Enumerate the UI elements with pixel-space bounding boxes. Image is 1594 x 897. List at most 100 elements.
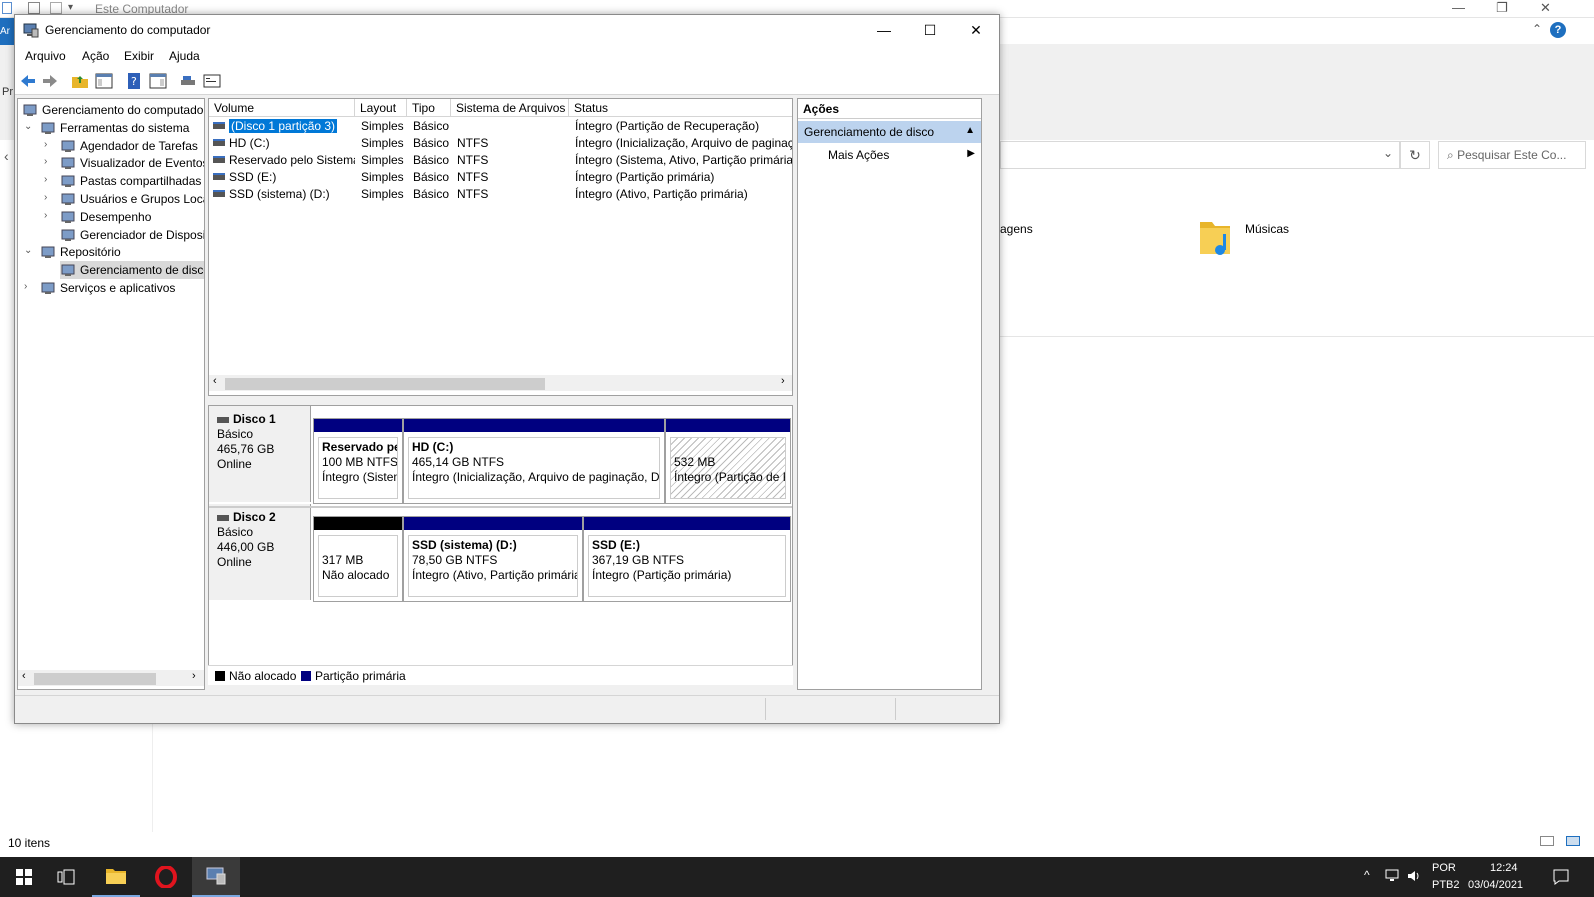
- tree-item[interactable]: › Usuários e Grupos Loca: [18, 190, 204, 208]
- column-sistema-arquivos[interactable]: Sistema de Arquivos: [451, 99, 569, 117]
- list-view-icon[interactable]: [203, 72, 221, 90]
- partition-block[interactable]: SSD (sistema) (D:) 78,50 GB NTFS Íntegro (…: [403, 516, 583, 602]
- vol-scroll-thumb[interactable]: [225, 378, 545, 390]
- task-view-button[interactable]: [42, 857, 90, 897]
- expanded-chevron-icon[interactable]: ⌄: [24, 121, 34, 132]
- taskbar-computer-management[interactable]: [192, 857, 240, 897]
- address-bar[interactable]: ⌄: [1000, 141, 1400, 169]
- vol-scroll-right-icon[interactable]: ›: [781, 375, 785, 387]
- menu-ajuda[interactable]: Ajuda: [169, 49, 200, 63]
- volume-list-horizontal-scrollbar[interactable]: ‹ ›: [209, 375, 792, 391]
- collapsed-chevron-icon[interactable]: ›: [44, 210, 54, 221]
- new-folder-icon[interactable]: [50, 2, 62, 14]
- network-icon[interactable]: [1384, 869, 1400, 883]
- expanded-chevron-icon[interactable]: ⌄: [24, 245, 34, 256]
- start-button[interactable]: [0, 857, 48, 897]
- refresh-icon: ↻: [1409, 147, 1421, 163]
- scroll-left-icon[interactable]: ‹: [22, 670, 26, 682]
- tree-item[interactable]: › Agendador de Tarefas: [18, 137, 204, 155]
- folder-musicas-label[interactable]: Músicas: [1245, 222, 1289, 236]
- volume-cell-text: Reservado pelo Sistema: [229, 152, 355, 167]
- submenu-arrow-icon: ▶: [967, 148, 975, 159]
- tree-item[interactable]: Gerenciamento de disco: [60, 261, 204, 280]
- tree-item[interactable]: › Serviços e aplicativos: [18, 279, 204, 297]
- music-folder-icon[interactable]: [1198, 216, 1232, 258]
- column-status[interactable]: Status: [569, 99, 792, 117]
- collapsed-chevron-icon[interactable]: ›: [44, 192, 54, 203]
- tree-item[interactable]: ⌄ Ferramentas do sistema: [18, 119, 204, 137]
- close-button[interactable]: ✕: [953, 15, 999, 45]
- details-view-icon[interactable]: [1540, 836, 1554, 846]
- collapsed-chevron-icon[interactable]: ›: [44, 139, 54, 150]
- menu-exibir[interactable]: Exibir: [124, 49, 154, 63]
- show-hide-tree-icon[interactable]: [95, 72, 113, 90]
- tree-item[interactable]: › Pastas compartilhadas: [18, 172, 204, 190]
- menu-acao[interactable]: Ação: [82, 49, 109, 63]
- explorer-restore-button[interactable]: ❐: [1496, 0, 1508, 16]
- refresh-button[interactable]: ↻: [1400, 141, 1430, 169]
- volume-cell-tipo: Básico: [413, 136, 457, 150]
- collapsed-chevron-icon[interactable]: ›: [24, 281, 34, 292]
- clock-date[interactable]: 03/04/2021: [1468, 879, 1523, 891]
- column-layout[interactable]: Layout: [355, 99, 407, 117]
- keyboard-layout[interactable]: PTB2: [1432, 879, 1460, 891]
- disk-properties-icon[interactable]: [179, 72, 197, 90]
- notifications-icon[interactable]: [1552, 868, 1570, 886]
- up-folder-icon[interactable]: [71, 72, 89, 90]
- collapse-up-icon[interactable]: ▲: [965, 125, 975, 136]
- tree-item[interactable]: Gerenciador de Disposit: [18, 226, 204, 244]
- disk-label[interactable]: Disco 1 Básico 465,76 GB Online: [209, 406, 311, 502]
- volume-row[interactable]: HD (C:) Simples Básico NTFS Íntegro (Inicial…: [209, 135, 792, 152]
- collapsed-chevron-icon[interactable]: ›: [44, 156, 54, 167]
- vol-scroll-left-icon[interactable]: ‹: [213, 375, 217, 387]
- disk-label[interactable]: Disco 2 Básico 446,00 GB Online: [209, 504, 311, 600]
- help-icon[interactable]: ?: [1550, 22, 1566, 38]
- tree-horizontal-scrollbar[interactable]: ‹ ›: [18, 670, 204, 686]
- folder-imagens-label[interactable]: agens: [1000, 222, 1033, 236]
- tree-item[interactable]: ⌄ Repositório: [18, 243, 204, 261]
- minimize-button[interactable]: —: [861, 15, 907, 45]
- tree-item[interactable]: › Desempenho: [18, 208, 204, 226]
- explorer-close-button[interactable]: ✕: [1540, 0, 1551, 16]
- legend-unallocated: Não alocado: [229, 669, 297, 683]
- more-actions-item[interactable]: Mais Ações ▶: [798, 145, 981, 165]
- explorer-minimize-button[interactable]: —: [1452, 0, 1465, 15]
- taskbar-file-explorer[interactable]: [92, 857, 140, 897]
- collapsed-chevron-icon[interactable]: ›: [44, 174, 54, 185]
- help-book-icon[interactable]: ?: [125, 72, 143, 90]
- tree-item[interactable]: › Visualizador de Eventos: [18, 154, 204, 172]
- column-volume[interactable]: Volume: [209, 99, 355, 117]
- clock-time[interactable]: 12:24: [1490, 862, 1518, 874]
- tree-scroll-thumb[interactable]: [34, 673, 156, 685]
- partition-block[interactable]: Reservado pe 100 MB NTFS Íntegro (Sistem: [313, 418, 403, 504]
- quick-access-dropdown-icon[interactable]: ▾: [68, 2, 73, 13]
- volume-row[interactable]: Reservado pelo Sistema Simples Básico NTFS Í…: [209, 152, 792, 169]
- menu-arquivo[interactable]: Arquivo: [25, 49, 66, 63]
- tree-item[interactable]: Gerenciamento do computado: [18, 101, 204, 119]
- back-nav-icon[interactable]: ‹: [4, 148, 9, 164]
- back-arrow-icon[interactable]: [19, 72, 37, 90]
- volume-row[interactable]: SSD (sistema) (D:) Simples Básico NTFS Ínteg…: [209, 186, 792, 203]
- partition-block[interactable]: 317 MB Não alocado: [313, 516, 403, 602]
- address-dropdown-icon[interactable]: ⌄: [1383, 146, 1393, 160]
- forward-arrow-icon[interactable]: [41, 72, 59, 90]
- maximize-button[interactable]: ☐: [907, 15, 953, 45]
- explorer-search-input[interactable]: ⌕ Pesquisar Este Co...: [1438, 141, 1586, 169]
- show-hide-action-pane-icon[interactable]: [149, 72, 167, 90]
- large-icons-view-icon[interactable]: [1566, 836, 1580, 846]
- ribbon-collapse-icon[interactable]: ⌃: [1532, 22, 1542, 36]
- partition-block[interactable]: SSD (E:) 367,19 GB NTFS Íntegro (Partição …: [583, 516, 791, 602]
- partition-block[interactable]: HD (C:) 465,14 GB NTFS Íntegro (Inicializa…: [403, 418, 665, 504]
- volume-row[interactable]: SSD (E:) Simples Básico NTFS Íntegro (Partiç…: [209, 169, 792, 186]
- column-tipo[interactable]: Tipo: [407, 99, 451, 117]
- taskbar-opera[interactable]: [142, 857, 190, 897]
- volume-icon[interactable]: [1406, 869, 1422, 883]
- actions-disk-management[interactable]: Gerenciamento de disco ▲: [798, 121, 981, 143]
- volume-row[interactable]: (Disco 1 partição 3) Simples Básico Íntegro…: [209, 118, 792, 135]
- show-hidden-icons[interactable]: ^: [1364, 868, 1370, 882]
- properties-icon[interactable]: [28, 2, 40, 14]
- window-titlebar[interactable]: Gerenciamento do computador — ☐ ✕: [15, 15, 999, 45]
- language-code[interactable]: POR: [1432, 862, 1456, 874]
- scroll-right-icon[interactable]: ›: [192, 670, 196, 682]
- partition-block[interactable]: 532 MB Íntegro (Partição de R: [665, 418, 791, 504]
